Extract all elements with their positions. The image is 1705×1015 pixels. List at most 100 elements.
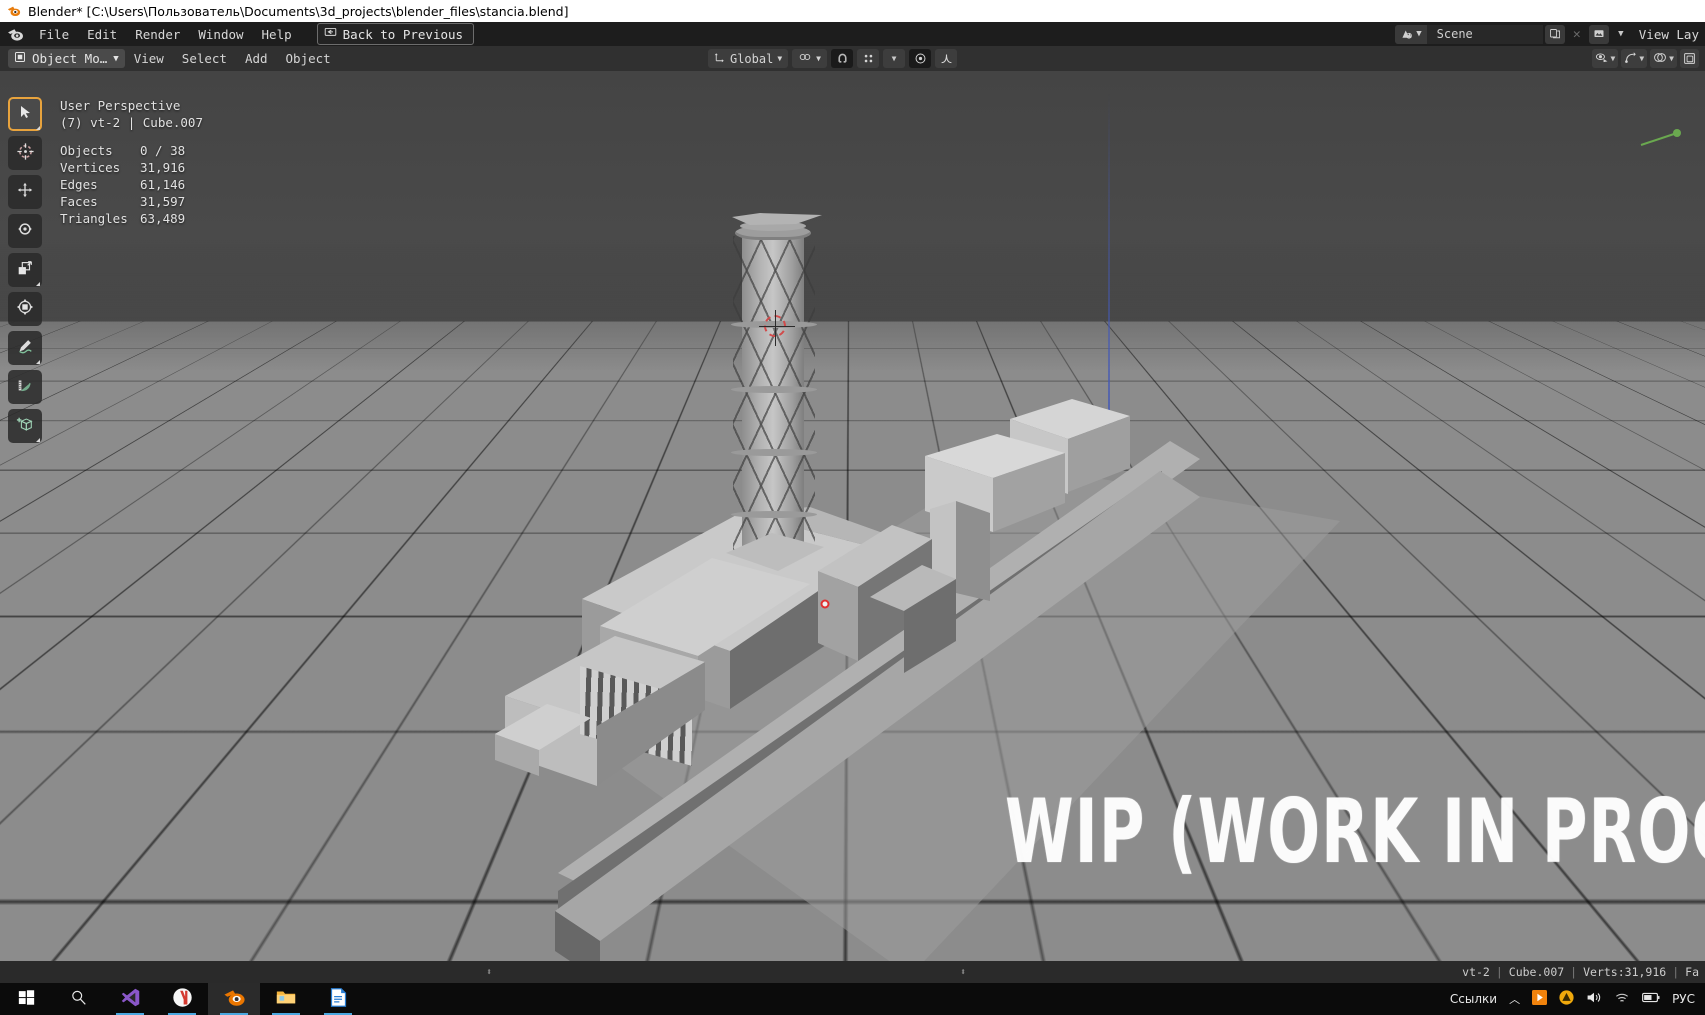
stat-faces: Faces 31,597 (60, 193, 203, 210)
blender-button[interactable] (208, 983, 260, 1015)
view-layer-name[interactable]: View Lay (1633, 27, 1705, 42)
vscode-button[interactable] (104, 983, 156, 1015)
menu-help[interactable]: Help (253, 24, 301, 45)
stat-label: Faces (60, 194, 98, 209)
stat-value: 61,146 (140, 177, 186, 192)
status-separator: | (1672, 965, 1680, 979)
blender-logo-icon[interactable] (0, 26, 30, 43)
scene-name-field[interactable]: Scene (1426, 24, 1543, 44)
stat-label: Edges (60, 177, 98, 192)
chevron-up-icon[interactable]: ︿ (1509, 991, 1520, 1007)
scene-selector[interactable]: ▼ Scene (1395, 24, 1543, 44)
chevron-down-icon: ▼ (1639, 54, 1645, 63)
search-icon (70, 989, 87, 1010)
blender-logo-icon (223, 986, 246, 1013)
search-button[interactable] (52, 983, 104, 1015)
menu-file[interactable]: File (30, 24, 78, 45)
stat-value: 31,916 (140, 160, 186, 175)
status-bar: ⬍ ⬍ vt-2 | Cube.007 | Verts:31,916 | Fa (0, 961, 1705, 983)
start-button[interactable] (0, 983, 52, 1015)
viewport-menu-add[interactable]: Add (236, 48, 277, 69)
viewport-menu-object[interactable]: Object (277, 48, 340, 69)
tool-annotate[interactable] (8, 331, 42, 365)
viewport-perspective-label: User Perspective (60, 98, 181, 113)
object-mode-selector[interactable]: Object Mo… ▼ (8, 49, 125, 68)
xray-toggle-icon[interactable] (1680, 49, 1699, 68)
object-mode-label: Object Mo… (32, 51, 108, 66)
chimney-ring-4 (731, 511, 817, 518)
menu-window[interactable]: Window (189, 24, 252, 45)
rotate-icon (16, 220, 34, 242)
measure-ruler-icon (16, 376, 34, 398)
file-explorer-button[interactable] (260, 983, 312, 1015)
menu-render[interactable]: Render (126, 24, 189, 45)
area-split-grip-left[interactable]: ⬍ (486, 967, 492, 978)
viewport-menu-view[interactable]: View (125, 48, 173, 69)
navigation-axis-gizmo[interactable] (1599, 103, 1683, 187)
view-layer-icon[interactable] (1588, 24, 1609, 44)
chimney-ring-3 (731, 449, 817, 456)
viewport-menu-select[interactable]: Select (173, 48, 236, 69)
tool-tweak-select-box[interactable] (8, 97, 42, 131)
overlays-control[interactable]: ▼ (1650, 49, 1677, 68)
3d-viewport[interactable]: User Perspective (7) vt-2 | Cube.007 Obj… (0, 71, 1705, 961)
stat-label: Objects (60, 143, 113, 158)
status-bar-scene-stats: vt-2 | Cube.007 | Verts:31,916 | Fa (1462, 965, 1705, 979)
viewport-collection-label: (7) vt-2 | Cube.007 (60, 115, 203, 130)
yandex-icon (172, 987, 193, 1012)
wifi-icon[interactable] (1614, 990, 1630, 1008)
vscode-icon (120, 987, 141, 1012)
wip-watermark-text: WIP (WORK IN PROGRESS) (1005, 781, 1705, 884)
area-split-grip-right[interactable]: ⬍ (960, 967, 966, 978)
tool-cursor[interactable] (8, 136, 42, 170)
viewport-header-right: ▼ ▼ ▼ (1591, 49, 1705, 68)
tool-submenu-indicator (36, 438, 40, 442)
gizmo-control[interactable]: ▼ (1621, 49, 1648, 68)
stat-label: Triangles (60, 211, 128, 226)
battery-icon[interactable] (1642, 991, 1660, 1007)
stat-label: Vertices (60, 160, 121, 175)
tool-scale[interactable] (8, 253, 42, 287)
3d-cursor-icon (16, 142, 35, 165)
libreoffice-button[interactable] (312, 983, 364, 1015)
add-cube-icon (16, 415, 34, 437)
stat-objects: Objects 0 / 38 (60, 142, 203, 159)
blender-logo-icon (7, 4, 21, 18)
chevron-down-icon: ▼ (1416, 29, 1422, 39)
visibility-control[interactable]: ▼ (1591, 49, 1619, 68)
menu-edit[interactable]: Edit (78, 24, 126, 45)
windows-taskbar: Ссылки ︿ РУС (0, 983, 1705, 1015)
tool-move[interactable] (8, 175, 42, 209)
stat-triangles: Triangles 63,489 (60, 210, 203, 227)
warning-triangle-icon[interactable] (1559, 990, 1574, 1008)
tool-add-cube[interactable] (8, 409, 42, 443)
media-player-icon[interactable] (1532, 990, 1548, 1008)
back-to-previous-button[interactable]: Back to Previous (316, 23, 475, 45)
tool-submenu-indicator (36, 360, 40, 364)
stat-vertices: Vertices 31,916 (60, 159, 203, 176)
visibility-icon (1595, 51, 1609, 67)
language-indicator[interactable]: РУС (1672, 992, 1695, 1006)
move-arrows-icon (16, 181, 34, 203)
stat-value: 63,489 (140, 211, 186, 226)
system-tray: Ссылки ︿ РУС (1450, 990, 1705, 1008)
yandex-browser-button[interactable] (156, 983, 208, 1015)
copy-icon[interactable] (1544, 24, 1565, 44)
scene-icon: ▼ (1395, 24, 1427, 44)
tray-links-label[interactable]: Ссылки (1450, 992, 1497, 1006)
chimney-lattice-frame (733, 236, 815, 551)
volume-icon[interactable] (1586, 990, 1602, 1008)
back-arrow-icon (324, 26, 337, 42)
tool-rotate[interactable] (8, 214, 42, 248)
status-separator: | (1495, 965, 1503, 979)
tool-transform[interactable] (8, 292, 42, 326)
window-title-text: Blender* [C:\Users\Пользователь\Document… (28, 3, 569, 19)
annotate-pen-icon (16, 337, 34, 359)
3d-cursor (759, 310, 795, 346)
object-origin-point (820, 599, 830, 609)
chevron-down-icon[interactable]: ▼ (1611, 25, 1631, 44)
viewport-header: Object Mo… ▼ View Select Add Object ▼ ▼ … (0, 46, 1705, 71)
tool-measure[interactable] (8, 370, 42, 404)
close-x-icon[interactable]: ✕ (1567, 25, 1587, 44)
windows-logo-icon (18, 989, 35, 1010)
